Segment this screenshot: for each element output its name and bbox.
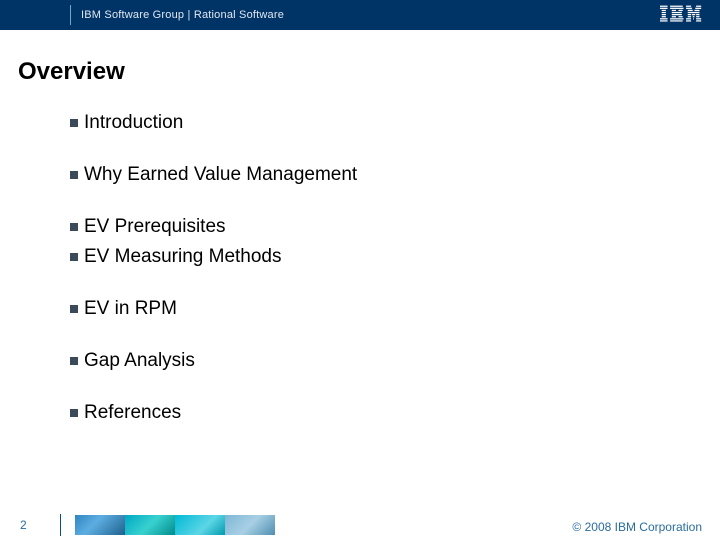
header-title: IBM Software Group | Rational Software bbox=[81, 9, 284, 21]
bullet-text: Gap Analysis bbox=[84, 350, 195, 372]
bullet-icon bbox=[70, 223, 78, 231]
art-segment bbox=[225, 515, 275, 535]
bullet-icon bbox=[70, 357, 78, 365]
list-item: EV Measuring Methods bbox=[70, 246, 720, 268]
list-item: EV Prerequisites bbox=[70, 216, 720, 238]
slide: IBM Software Group | Rational Software bbox=[0, 0, 720, 540]
art-segment bbox=[125, 515, 175, 535]
copyright-text: © 2008 IBM Corporation bbox=[572, 520, 702, 534]
bullet-text: References bbox=[84, 402, 181, 424]
bullet-icon bbox=[70, 409, 78, 417]
footer-divider bbox=[60, 514, 61, 536]
ibm-logo-icon bbox=[660, 5, 702, 28]
bullet-icon bbox=[70, 305, 78, 313]
footer-art-strip bbox=[75, 515, 275, 535]
bullet-text: Introduction bbox=[84, 112, 183, 134]
bullet-icon bbox=[70, 119, 78, 127]
bullet-icon bbox=[70, 171, 78, 179]
footer-bar: 2 © 2008 IBM Corporation bbox=[0, 510, 720, 540]
bullet-text: EV in RPM bbox=[84, 298, 177, 320]
page-title: Overview bbox=[18, 58, 720, 86]
list-item: EV in RPM bbox=[70, 298, 720, 320]
header-bar: IBM Software Group | Rational Software bbox=[0, 0, 720, 30]
header-divider bbox=[70, 5, 71, 25]
list-item: Introduction bbox=[70, 112, 720, 134]
list-item: Gap Analysis bbox=[70, 350, 720, 372]
art-segment bbox=[175, 515, 225, 535]
bullet-text: EV Measuring Methods bbox=[84, 246, 282, 268]
bullet-text: EV Prerequisites bbox=[84, 216, 226, 238]
content-area: Overview Introduction Why Earned Value M… bbox=[0, 30, 720, 424]
bullet-text: Why Earned Value Management bbox=[84, 164, 357, 186]
art-segment bbox=[75, 515, 125, 535]
bullet-icon bbox=[70, 253, 78, 261]
bullet-list: Introduction Why Earned Value Management… bbox=[18, 112, 720, 424]
list-item: References bbox=[70, 402, 720, 424]
list-item: Why Earned Value Management bbox=[70, 164, 720, 186]
page-number: 2 bbox=[0, 518, 60, 532]
